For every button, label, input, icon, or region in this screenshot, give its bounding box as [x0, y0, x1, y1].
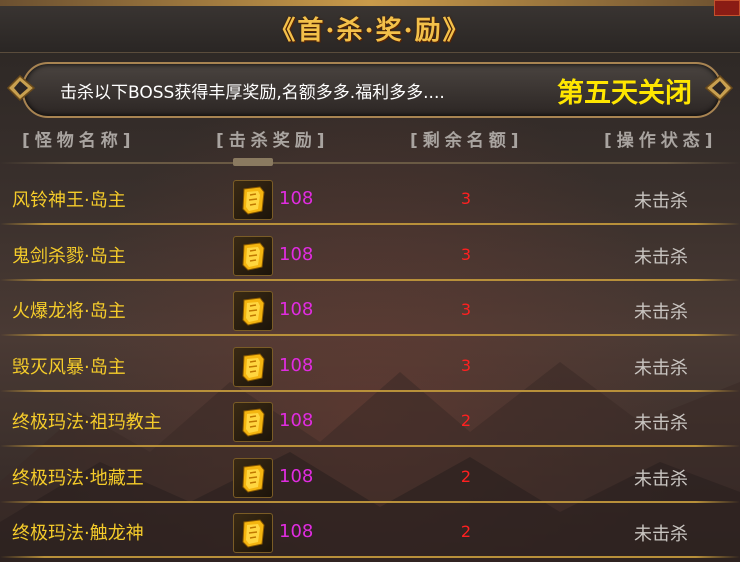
- header-monster-name: [怪物名称]: [22, 131, 136, 151]
- kill-status: 未击杀: [634, 413, 688, 434]
- reward-amount: 108: [279, 243, 314, 265]
- boss-name: 风铃神王·岛主: [12, 190, 126, 211]
- gold-ingot-icon: [242, 463, 265, 493]
- reward-item-slot[interactable]: [233, 235, 273, 276]
- closing-day-label: 第五天关闭: [557, 78, 692, 109]
- gold-ingot-icon: [242, 297, 265, 326]
- reward-item-slot[interactable]: [233, 402, 273, 442]
- window-title: 《首·杀·奖·励》: [269, 16, 471, 46]
- column-headers: [怪物名称] [击杀奖励] [剩余名额] [操作状态]: [0, 126, 740, 156]
- close-button[interactable]: [714, 0, 740, 16]
- reward-item-slot[interactable]: [233, 457, 273, 498]
- reward-amount: 108: [279, 465, 314, 487]
- gold-ingot-icon: [242, 241, 265, 271]
- remaining-count: 3: [460, 355, 472, 375]
- reward-item-slot[interactable]: [233, 346, 273, 387]
- kill-status: 未击杀: [634, 524, 688, 545]
- first-kill-reward-panel: 《首·杀·奖·励》 击杀以下BOSS获得丰厚奖励,名额多多.福利多多.... 第…: [0, 0, 740, 562]
- remaining-count: 3: [460, 300, 472, 319]
- reward-amount: 108: [279, 188, 314, 209]
- reward-amount: 108: [279, 521, 314, 542]
- boss-name: 终极玛法·触龙神: [12, 523, 144, 544]
- left-ornament-icon: [6, 74, 36, 102]
- title-bar-trim: [0, 0, 740, 6]
- scroll-stub: [233, 158, 273, 166]
- remaining-count: 3: [460, 189, 472, 208]
- announcement-banner: 击杀以下BOSS获得丰厚奖励,名额多多.福利多多.... 第五天关闭: [22, 62, 722, 118]
- kill-status: 未击杀: [634, 468, 688, 490]
- announcement-text: 击杀以下BOSS获得丰厚奖励,名额多多.福利多多....: [60, 83, 445, 103]
- kill-status: 未击杀: [634, 357, 688, 379]
- boss-name: 毁灭风暴·岛主: [12, 356, 126, 378]
- reward-amount: 108: [279, 299, 314, 320]
- kill-status: 未击杀: [634, 246, 688, 268]
- boss-row: 终极玛法·祖玛教主 108 2 未击杀: [0, 392, 740, 447]
- reward-item-slot[interactable]: [233, 291, 273, 331]
- header-remaining-slots: [剩余名额]: [410, 131, 524, 151]
- right-ornament-icon: [704, 74, 734, 102]
- gold-ingot-icon: [242, 186, 265, 215]
- title-bar: 《首·杀·奖·励》: [0, 0, 740, 53]
- boss-row: 终极玛法·地藏王 108 2 未击杀: [0, 448, 740, 503]
- reward-amount: 108: [279, 354, 314, 376]
- gold-ingot-icon: [242, 519, 265, 548]
- reward-item-slot[interactable]: [233, 180, 273, 220]
- gold-ingot-icon: [242, 352, 265, 382]
- remaining-count: 2: [460, 466, 472, 486]
- header-divider: [0, 162, 740, 164]
- boss-name: 火爆龙将·岛主: [12, 301, 126, 322]
- header-action-status: [操作状态]: [604, 131, 718, 151]
- boss-name: 终极玛法·祖玛教主: [12, 412, 162, 433]
- kill-status: 未击杀: [634, 191, 688, 212]
- reward-item-slot[interactable]: [233, 513, 273, 553]
- boss-row: 风铃神王·岛主 108 3 未击杀: [0, 170, 740, 225]
- reward-amount: 108: [279, 410, 314, 431]
- header-kill-reward: [击杀奖励]: [216, 131, 330, 151]
- boss-row: 火爆龙将·岛主 108 3 未击杀: [0, 281, 740, 336]
- remaining-count: 2: [460, 522, 472, 541]
- kill-status: 未击杀: [634, 302, 688, 323]
- boss-row: 鬼剑杀戮·岛主 108 3 未击杀: [0, 226, 740, 281]
- boss-row: 终极玛法·触龙神 108 2 未击杀: [0, 503, 740, 558]
- gold-ingot-icon: [242, 408, 265, 437]
- row-divider: [0, 556, 740, 558]
- boss-name: 鬼剑杀戮·岛主: [12, 245, 126, 267]
- boss-name: 终极玛法·地藏王: [12, 467, 144, 489]
- boss-row: 毁灭风暴·岛主 108 3 未击杀: [0, 337, 740, 392]
- remaining-count: 2: [460, 411, 472, 430]
- remaining-count: 3: [460, 244, 472, 264]
